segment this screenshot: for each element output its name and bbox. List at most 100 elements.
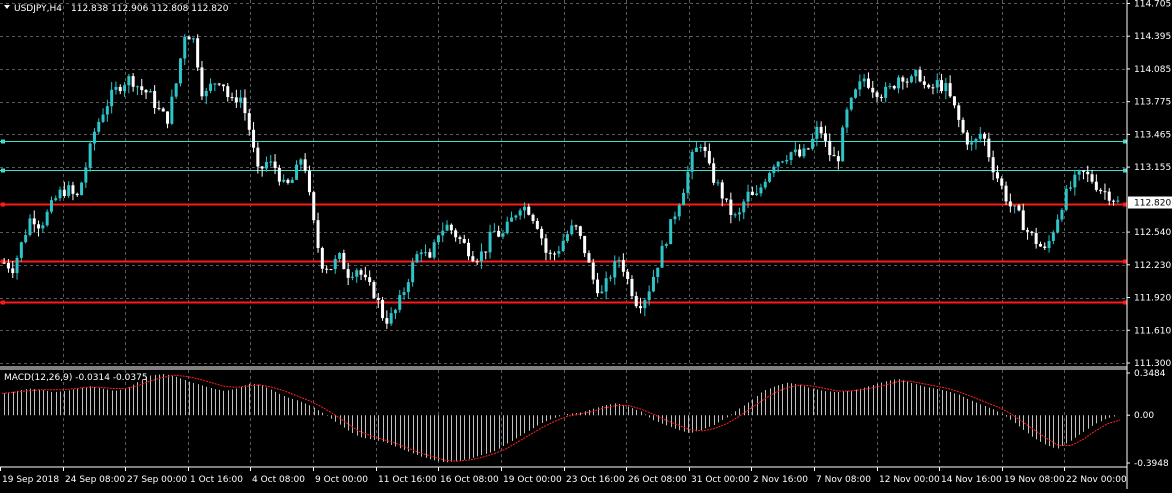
level-handle-right[interactable] [1123,168,1127,173]
candle-body [841,127,845,162]
candle-body [484,251,488,253]
candle-body [183,36,187,59]
candle-body [1099,189,1103,192]
level-handle-left[interactable] [1,139,5,144]
candle-body [802,148,806,157]
ohlc-label: 112.838 112.906 112.808 112.820 [71,4,229,14]
candle-body [1004,185,1008,202]
candle-body [729,199,733,215]
level-handle-left[interactable] [1,202,5,207]
candle-body [213,83,217,85]
candle-body [11,268,15,274]
candle-body [1094,181,1098,190]
candle-body [191,38,195,40]
price-tick-label: 111.610 [1134,326,1171,336]
candle-body [264,162,268,169]
candle-body [935,80,939,88]
candle-body [656,267,660,277]
candle-body [1077,170,1081,175]
candle-body [101,114,105,122]
level-handle-right[interactable] [1123,300,1127,305]
candle-body [282,179,286,182]
level-handle-right[interactable] [1123,139,1127,144]
time-tick-label: 24 Sep 08:00 [65,475,125,485]
candle-body [234,97,238,103]
candle-body [1056,219,1060,233]
candle-body [879,96,883,98]
candle-body [866,78,870,88]
candle-body [750,191,754,196]
price-tick-label: 113.775 [1134,98,1171,108]
candle-body [260,166,264,169]
candle-body [892,86,896,89]
time-tick-label: 31 Oct 00:00 [691,475,750,485]
candle-body [58,189,62,199]
candle-body [247,113,251,130]
candle-body [389,313,393,324]
candle-body [725,198,729,200]
candle-body [587,253,591,263]
candle-body [742,201,746,213]
candle-body [1021,210,1025,231]
candle-body [522,206,526,211]
candle-body [196,38,200,68]
candle-body [127,76,131,86]
candle-body [363,274,367,278]
candle-body [1043,246,1047,248]
candle-body [62,189,66,196]
candle-body [634,296,638,307]
candle-body [591,262,595,280]
level-handle-left[interactable] [1,300,5,305]
candle-body [927,84,931,88]
candle-body [849,97,853,110]
time-tick-label: 19 Nov 08:00 [1004,475,1065,485]
candle-body [862,78,866,82]
candle-body [553,253,557,255]
candle-body [570,225,574,235]
candle-body [239,97,243,103]
candle-body [931,87,935,89]
candle-body [798,149,802,157]
candle-body [952,96,956,106]
level-handle-right[interactable] [1123,202,1127,207]
candle-body [737,212,741,215]
candle-body [1081,170,1085,172]
candle-body [733,214,737,216]
candle-body [359,270,363,275]
candle-body [200,67,204,97]
candle-body [1064,188,1068,210]
candle-body [312,192,316,221]
candle-body [983,133,987,139]
time-tick-label: 4 Oct 08:00 [252,475,305,485]
candle-body [613,261,617,278]
candle-body [583,235,587,254]
candle-body [492,230,496,232]
candle-body [123,85,127,92]
candle-body [209,83,213,91]
candle-body [458,237,462,240]
candle-body [217,83,221,85]
price-tick-label: 112.230 [1134,261,1171,271]
candle-body [144,90,148,93]
trading-chart[interactable]: 114.705 114.395 114.085 113.775 113.465 113.1… [0,0,1172,489]
candle-body [815,126,819,139]
candle-body [307,170,311,193]
candle-body [269,161,273,163]
time-tick-label: 2 Nov 16:00 [753,475,808,485]
level-handle-left[interactable] [1,168,5,173]
time-tick-label: 14 Nov 16:00 [941,475,1002,485]
candle-body [402,292,406,296]
candle-body [965,132,969,145]
candle-body [2,262,6,264]
time-tick-label: 11 Oct 16:00 [378,475,437,485]
level-handle-right[interactable] [1123,259,1127,264]
candle-body [114,86,118,90]
candle-body [677,205,681,217]
candle-body [699,146,703,148]
candle-body [1000,178,1004,186]
candle-body [720,182,724,199]
candle-body [131,76,135,87]
chart-canvas[interactable]: 114.705 114.395 114.085 113.775 113.465 113.1… [0,0,1172,489]
candle-body [1090,174,1094,182]
macd-label: MACD(12,26,9) -0.0314 -0.0375 [4,373,148,383]
